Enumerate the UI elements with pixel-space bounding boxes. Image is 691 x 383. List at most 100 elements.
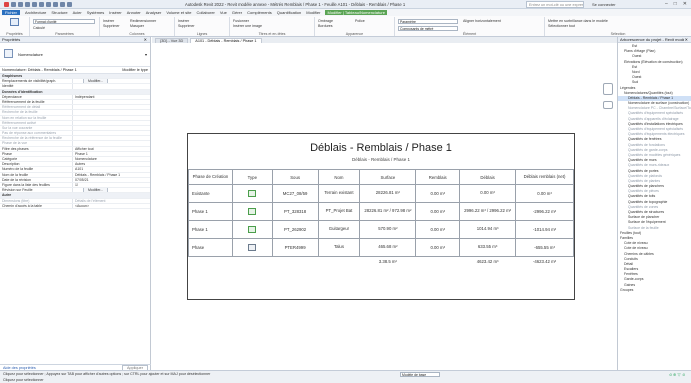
property-value[interactable] — [72, 131, 150, 136]
redo-icon[interactable] — [32, 1, 37, 7]
schedule-table[interactable]: Déblais - Remblais / Phase 1 Déblais - R… — [187, 133, 575, 300]
text-icon[interactable] — [53, 1, 58, 7]
cell-sous[interactable]: PT_328318 — [271, 202, 319, 221]
property-value[interactable] — [72, 84, 150, 89]
cell-deblais[interactable]: 1014.94 m³ — [459, 220, 517, 239]
cell-phase[interactable]: Existante — [188, 184, 233, 203]
revit-logo-icon[interactable] — [4, 1, 9, 7]
property-value[interactable]: 07/05/21 — [72, 177, 150, 182]
ribbon-tab[interactable]: Modifier — [306, 10, 320, 15]
chevron-down-icon[interactable]: ▾ — [145, 52, 147, 57]
delete-column-button[interactable]: Supprimer — [103, 24, 120, 28]
edit-type-button[interactable]: Modifier le type — [122, 68, 148, 72]
property-value[interactable] — [72, 115, 150, 120]
calculated-button[interactable]: Calculé — [33, 26, 45, 30]
cell-nom[interactable]: Talus — [317, 238, 361, 257]
undo-icon[interactable] — [25, 1, 30, 7]
section-icon[interactable] — [67, 1, 72, 7]
property-value[interactable] — [72, 141, 150, 146]
ribbon-tab[interactable]: Fichier — [2, 10, 21, 15]
ribbon-tab[interactable]: Modifier | Tableau/Nomenclature — [325, 10, 387, 15]
borders-button[interactable]: Bordures — [318, 24, 333, 28]
type-cell[interactable] — [231, 238, 273, 257]
ribbon-tab[interactable]: Systèmes — [87, 10, 105, 15]
cell-net[interactable]: -2996.22 m³ — [515, 202, 574, 221]
cell-remblais[interactable]: 0.00 m³ — [415, 238, 461, 257]
insert-row-button[interactable]: Insérer — [178, 19, 189, 23]
shading-button[interactable]: Ombrage — [318, 19, 333, 23]
browser-item[interactable]: Groupes — [618, 288, 691, 293]
property-value[interactable]: Afficher tout — [72, 146, 150, 151]
browser-item[interactable]: Quantités d'équipement spécialisés — [618, 111, 691, 116]
resize-button[interactable]: Redimensionner — [130, 19, 156, 23]
filter-indicator[interactable]: :0 ⊕ ▽ :0 — [669, 372, 685, 377]
property-value[interactable]: Détails de l'élément — [72, 198, 150, 203]
ribbon-tab[interactable]: Annoter — [127, 10, 141, 15]
instance-selector[interactable]: Nomenclature: Déblais - Remblais / Phase… — [0, 67, 150, 74]
font-button[interactable]: Police — [355, 19, 365, 23]
ribbon-tab[interactable]: Acier — [73, 10, 82, 15]
cell-phase[interactable]: Phase 1 — [188, 202, 233, 221]
edit-button[interactable]: Modifier... — [83, 188, 109, 193]
cell-sous[interactable]: PT_262902 — [271, 220, 319, 239]
cell-remblais[interactable]: 0.00 m³ — [415, 202, 461, 221]
3d-view-icon[interactable] — [60, 1, 65, 7]
table-row[interactable]: Phase 1 PT_262902 Guitargeur 570.90 m² 0.00 … — [188, 220, 574, 239]
property-row[interactable]: Chemin d'accès à la table <Aucun> — [0, 203, 150, 209]
cell-phase[interactable]: Phase — [188, 238, 233, 257]
property-value[interactable]: Déblais - Remblais / Phase 1 — [72, 172, 150, 177]
merge-button[interactable]: Fusionner — [233, 19, 249, 23]
insert-column-button[interactable]: Insérer — [103, 19, 114, 23]
browser-item[interactable]: Élévations (Élévation de construction) — [618, 60, 691, 65]
ribbon-tab[interactable]: Quantification — [277, 10, 301, 15]
property-value[interactable] — [72, 136, 150, 141]
cell-surface[interactable]: 28226.81 m² — [359, 184, 417, 203]
col-header-remblais[interactable]: Remblais — [415, 169, 461, 185]
ribbon-tab[interactable]: Insérer — [109, 10, 121, 15]
col-header-sous[interactable]: Sous — [271, 169, 319, 185]
cell-nom[interactable]: PT_Projet Bat — [317, 202, 361, 221]
maximize-button[interactable]: □ — [674, 1, 677, 7]
ribbon-tab[interactable]: Gérer — [232, 10, 242, 15]
insert-image-button[interactable]: Insérer une image — [233, 24, 262, 28]
col-header-type[interactable]: Type — [231, 169, 273, 185]
measure-icon[interactable] — [46, 1, 51, 7]
cell-remblais[interactable]: 0.00 m³ — [415, 184, 461, 203]
cell-surface[interactable]: 28226.81 m² / 972.98 m² — [359, 202, 417, 221]
property-value[interactable] — [72, 99, 150, 105]
property-value[interactable]: Phase 1 — [72, 151, 150, 156]
parameter-combo[interactable]: Format d'unité — [33, 19, 95, 24]
properties-icon[interactable] — [10, 18, 19, 26]
minimize-button[interactable]: – — [665, 1, 668, 7]
ribbon-tab[interactable]: Analyser — [146, 10, 162, 15]
ribbon-tab[interactable]: Structure — [51, 10, 67, 15]
property-value[interactable]: Autres — [72, 162, 150, 167]
col-header-net[interactable]: Déblais remblais (net) — [515, 169, 574, 185]
cell-net[interactable]: -655.55 m³ — [515, 238, 574, 257]
user-sign-in[interactable]: Se connecter — [592, 2, 616, 7]
table-row[interactable]: Phase 1 PT_328318 PT_Projet Bat 28226.81 m²… — [188, 202, 574, 221]
property-value[interactable] — [72, 120, 150, 125]
cell-sous[interactable]: PTER4999 — [271, 238, 319, 257]
cell-sous[interactable]: MC27_08/59 — [271, 184, 319, 203]
ribbon-tab[interactable]: Volume et site — [166, 10, 191, 15]
property-value[interactable]: ☑ — [72, 182, 150, 188]
column-select[interactable]: Composants de métré — [398, 26, 458, 31]
cell-surface[interactable]: 570.90 m² — [359, 220, 417, 239]
col-header-nom[interactable]: Nom — [317, 169, 361, 185]
property-value[interactable]: <Aucun> — [72, 203, 150, 208]
cell-deblais[interactable]: 633.55 m³ — [459, 238, 517, 257]
ribbon-tab[interactable]: Architecture — [25, 10, 46, 15]
cell-nom[interactable]: Guitargeur — [317, 220, 361, 239]
cell-surface[interactable]: 465.68 m² — [359, 238, 417, 257]
highlight-button[interactable]: Mettre en surbrillance dans le modèle — [548, 19, 608, 23]
cell-deblais[interactable]: 2996.22 m³ / 2996.22 m³ — [459, 202, 517, 221]
parameter-select[interactable]: Paramètre — [398, 19, 458, 24]
search-input[interactable]: Entrez un mot-clé ou une expression — [526, 1, 584, 8]
property-value[interactable]: Modifier... — [72, 188, 150, 193]
navigation-wheel-icon[interactable] — [603, 83, 613, 95]
cell-nom[interactable]: Terrain existant — [317, 184, 361, 203]
cell-remblais[interactable]: 0.00 m³ — [415, 220, 461, 239]
ribbon-tab[interactable]: Collaborer — [196, 10, 214, 15]
drawing-canvas[interactable]: Déblais - Remblais / Phase 1 Déblais - R… — [152, 43, 617, 370]
